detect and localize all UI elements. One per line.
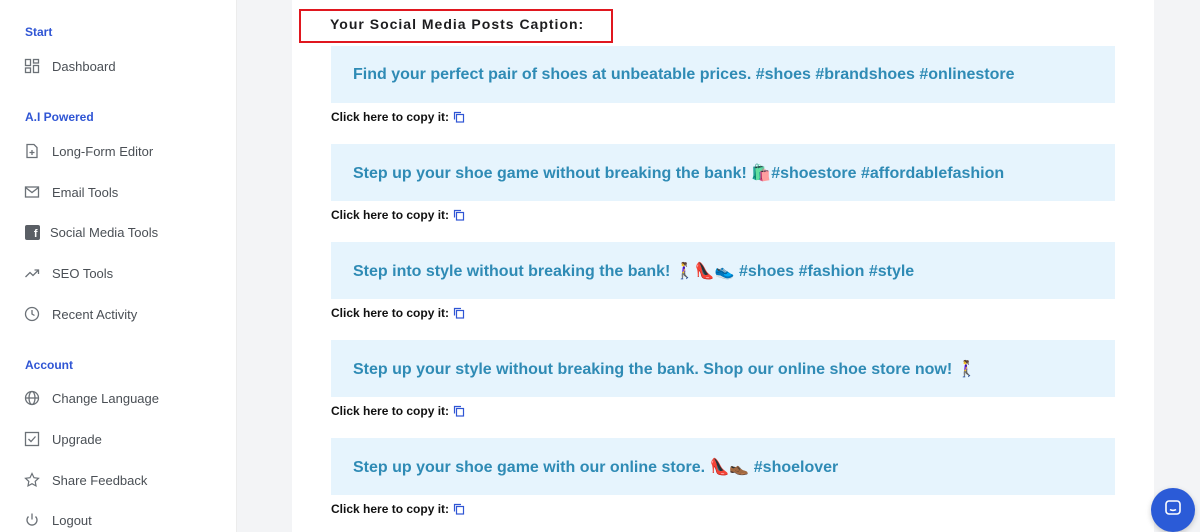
copy-label: Click here to copy it: — [331, 502, 450, 516]
copy-label: Click here to copy it: — [331, 208, 450, 222]
copy-row: Click here to copy it: — [331, 404, 465, 418]
sidebar-item-label: Social Media Tools — [50, 224, 159, 240]
chat-button[interactable] — [1151, 488, 1195, 532]
copy-icon[interactable] — [453, 307, 465, 319]
post-caption: Step into style without breaking the ban… — [331, 242, 1115, 299]
sidebar-item-label: Upgrade — [52, 431, 102, 447]
section-title-account: Account — [25, 358, 73, 372]
power-icon — [24, 512, 40, 528]
post-caption-text: Find your perfect pair of shoes at unbea… — [353, 65, 1015, 83]
document-plus-icon — [24, 143, 40, 159]
copy-row: Click here to copy it: — [331, 306, 465, 320]
clock-icon — [24, 306, 40, 322]
section-title-start: Start — [25, 25, 53, 39]
sidebar-item-upgrade[interactable]: Upgrade — [24, 427, 102, 451]
copy-row: Click here to copy it: — [331, 208, 465, 222]
sidebar-item-social-media-tools[interactable]: f Social Media Tools — [24, 220, 158, 244]
post-caption: Step up your shoe game with our online s… — [331, 438, 1115, 495]
sidebar-item-label: SEO Tools — [52, 265, 114, 281]
post-caption: Step up your shoe game without breaking … — [331, 144, 1115, 201]
copy-icon[interactable] — [453, 405, 465, 417]
checkbox-icon — [24, 431, 40, 447]
sidebar-item-label: Dashboard — [52, 58, 116, 74]
sidebar-item-label: Logout — [52, 512, 92, 528]
post-caption-text: Step up your style without breaking the … — [353, 360, 977, 378]
sidebar-item-label: Long-Form Editor — [52, 143, 154, 159]
mail-icon — [24, 184, 40, 200]
copy-row: Click here to copy it: — [331, 110, 465, 124]
copy-row: Click here to copy it: — [331, 502, 465, 516]
sidebar-item-label: Share Feedback — [52, 472, 148, 488]
sidebar-item-email-tools[interactable]: Email Tools — [24, 180, 118, 204]
post-caption-text: Step up your shoe game without breaking … — [353, 164, 1005, 182]
section-title-ai-powered: A.I Powered — [25, 110, 94, 124]
post-caption: Step up your style without breaking the … — [331, 340, 1115, 397]
post-caption: Find your perfect pair of shoes at unbea… — [331, 46, 1115, 103]
sidebar-item-share-feedback[interactable]: Share Feedback — [24, 468, 147, 492]
copy-label: Click here to copy it: — [331, 404, 450, 418]
sidebar-item-label: Email Tools — [52, 184, 119, 200]
copy-icon[interactable] — [453, 111, 465, 123]
sidebar-item-label: Recent Activity — [52, 306, 138, 322]
copy-label: Click here to copy it: — [331, 110, 450, 124]
facebook-icon: f — [24, 224, 40, 240]
star-icon — [24, 472, 40, 488]
trending-up-icon — [24, 265, 40, 281]
sidebar-item-recent-activity[interactable]: Recent Activity — [24, 302, 137, 326]
sidebar-item-logout[interactable]: Logout — [24, 508, 92, 532]
page-title: Your Social Media Posts Caption: — [330, 16, 585, 32]
copy-icon[interactable] — [453, 209, 465, 221]
copy-label: Click here to copy it: — [331, 306, 450, 320]
globe-icon — [24, 390, 40, 406]
post-caption-text: Step into style without breaking the ban… — [353, 262, 915, 280]
chat-icon — [1163, 498, 1183, 523]
sidebar-item-change-language[interactable]: Change Language — [24, 386, 159, 410]
sidebar-item-seo-tools[interactable]: SEO Tools — [24, 261, 113, 285]
sidebar-item-long-form-editor[interactable]: Long-Form Editor — [24, 139, 153, 163]
post-caption-text: Step up your shoe game with our online s… — [353, 458, 839, 476]
sidebar-item-dashboard[interactable]: Dashboard — [24, 54, 116, 78]
sidebar: Start Dashboard A.I Powered Long-Form Ed… — [0, 0, 237, 532]
dashboard-icon — [24, 58, 40, 74]
copy-icon[interactable] — [453, 503, 465, 515]
sidebar-item-label: Change Language — [52, 390, 159, 406]
